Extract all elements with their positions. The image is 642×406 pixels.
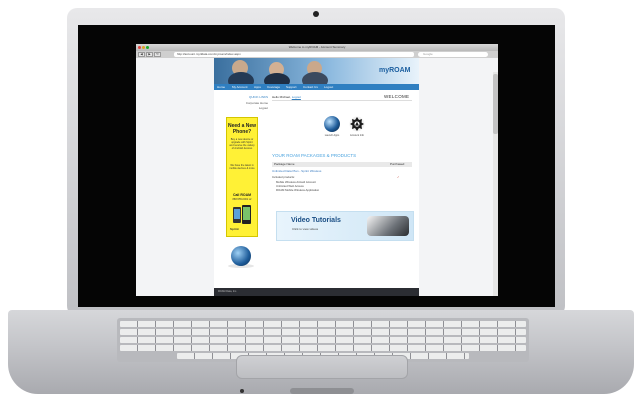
keyboard-row bbox=[120, 337, 526, 343]
person-photo bbox=[228, 72, 254, 84]
site-footer: ROAM Data, Inc. bbox=[214, 288, 419, 296]
window-title: Welcome to myROAM - Account Summary bbox=[288, 45, 346, 49]
nav-my-account[interactable]: My Account bbox=[232, 84, 248, 90]
banner-title: Video Tutorials bbox=[291, 217, 341, 224]
promo-call-label: Call ROAM bbox=[232, 193, 252, 197]
browser-titlebar: Welcome to myROAM - Account Summary bbox=[136, 44, 498, 51]
launch-apps-label[interactable]: Launch Apps bbox=[321, 134, 343, 137]
page-viewport: myROAM Home My Account Apps Coverage Sup… bbox=[136, 58, 498, 296]
site-page: myROAM Home My Account Apps Coverage Sup… bbox=[214, 58, 419, 296]
page-title: WELCOME bbox=[384, 94, 410, 99]
nav-home[interactable]: Home bbox=[217, 84, 225, 90]
nav-apps[interactable]: Apps bbox=[254, 84, 261, 90]
sleep-indicator-light bbox=[240, 389, 244, 393]
quick-link-corporate-home[interactable]: Corporate Home bbox=[226, 101, 268, 105]
zoom-window-button[interactable] bbox=[146, 46, 149, 49]
keyboard-row bbox=[120, 329, 526, 335]
webcam-icon bbox=[313, 11, 319, 17]
sprint-logo: Sprint bbox=[230, 227, 239, 231]
promo-body: Buy a new device or upgrade with Sprint … bbox=[229, 138, 255, 150]
promo-phone: 888-555-0001 x2 bbox=[232, 198, 252, 201]
promo-body: We have the latest in mobile devices & m… bbox=[229, 164, 255, 170]
site-header-banner: myROAM bbox=[214, 58, 419, 84]
divider bbox=[272, 100, 412, 101]
smartphones-image bbox=[233, 205, 251, 224]
packages-table-header: Package Name Purchased bbox=[272, 162, 412, 167]
quick-links-title: QUICK LINKS bbox=[248, 95, 268, 99]
quick-link-logout[interactable]: Logout bbox=[226, 106, 268, 110]
nav-contact-us[interactable]: Contact Us bbox=[303, 84, 318, 90]
video-tutorials-banner[interactable]: Video Tutorials Click to view videos bbox=[276, 211, 414, 241]
included-products-title: Included products: bbox=[272, 175, 295, 179]
lid-latch bbox=[290, 388, 354, 394]
person-photo bbox=[264, 73, 290, 84]
col-package-name: Package Name bbox=[274, 162, 295, 166]
close-window-button[interactable] bbox=[138, 46, 141, 49]
roam-sphere-icon bbox=[231, 246, 251, 266]
scrollbar-thumb[interactable] bbox=[493, 74, 498, 134]
nav-logout[interactable]: Logout bbox=[324, 84, 333, 90]
col-purchased: Purchased bbox=[390, 162, 405, 166]
purchased-check-icon: ✓ bbox=[397, 175, 400, 179]
forward-button[interactable]: ▶ bbox=[146, 52, 153, 57]
greeting: Hello Michael, Logout bbox=[272, 95, 301, 99]
person-photo bbox=[302, 72, 328, 84]
packages-title: YOUR ROAM PACKAGES & PRODUCTS bbox=[272, 153, 357, 158]
keyboard-row bbox=[120, 345, 526, 351]
address-bar[interactable]: http://account.myrldata.com/myroam/index… bbox=[174, 52, 414, 57]
site-nav: Home My Account Apps Coverage Support Co… bbox=[214, 84, 419, 90]
promo-title: Need a New Phone? bbox=[227, 123, 257, 135]
account-info-label[interactable]: Account Info bbox=[346, 134, 368, 137]
browser-toolbar: ◀ ▶ ↻ http://account.myrldata.com/myroam… bbox=[136, 51, 498, 58]
included-product-item: ROAM Mobile Wireless Application bbox=[276, 188, 320, 192]
minimize-window-button[interactable] bbox=[142, 46, 145, 49]
greeting-logout-link[interactable]: Logout bbox=[292, 95, 301, 99]
banner-subtitle: Click to view videos bbox=[292, 227, 319, 231]
reload-button[interactable]: ↻ bbox=[154, 52, 161, 57]
package-row-link[interactable]: Unlimited Data Plan - Sprint Wireless bbox=[272, 169, 321, 173]
trackpad bbox=[236, 355, 408, 379]
launch-apps-icon[interactable] bbox=[324, 116, 340, 132]
account-info-icon[interactable] bbox=[349, 116, 365, 132]
camcorder-image bbox=[367, 216, 409, 236]
nav-coverage[interactable]: Coverage bbox=[267, 84, 280, 90]
myroam-logo[interactable]: myROAM bbox=[379, 67, 411, 74]
back-button[interactable]: ◀ bbox=[138, 52, 145, 57]
phone-promo-ad[interactable]: Need a New Phone? Buy a new device or up… bbox=[226, 117, 258, 237]
greeting-text: Hello Michael, bbox=[272, 95, 291, 99]
browser-window: Welcome to myROAM - Account Summary ◀ ▶ … bbox=[136, 44, 498, 296]
nav-support[interactable]: Support bbox=[286, 84, 297, 90]
keyboard-row bbox=[120, 321, 526, 327]
search-input[interactable]: Google bbox=[418, 52, 488, 57]
